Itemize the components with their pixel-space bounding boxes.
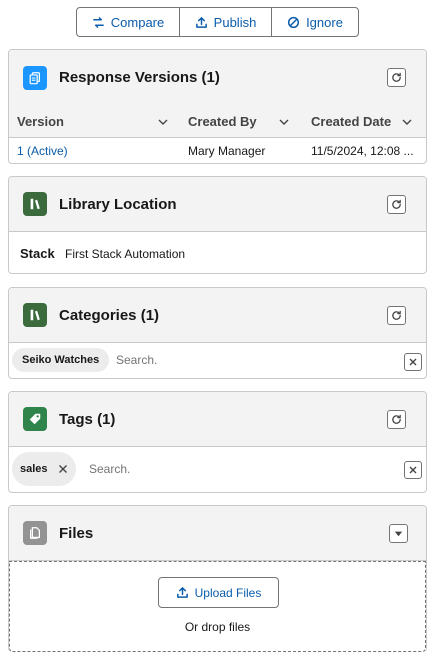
file-icon bbox=[23, 521, 47, 545]
clear-button[interactable] bbox=[404, 353, 422, 371]
files-title: Files bbox=[59, 524, 94, 542]
files-card: Files Upload Files Or drop files bbox=[8, 505, 427, 652]
response-versions-header: Response Versions (1) bbox=[9, 50, 426, 105]
library-icon bbox=[23, 192, 47, 216]
publish-button[interactable]: Publish bbox=[179, 8, 271, 36]
files-header: Files bbox=[9, 506, 426, 561]
upload-files-label: Upload Files bbox=[194, 585, 262, 600]
refresh-icon bbox=[392, 199, 401, 209]
record-actions-group: Compare Publish Ignore bbox=[76, 7, 359, 37]
refresh-button[interactable] bbox=[387, 194, 406, 214]
compare-icon bbox=[92, 16, 104, 28]
refresh-button[interactable] bbox=[387, 68, 406, 87]
block-icon bbox=[287, 16, 300, 28]
file-dropzone[interactable]: Upload Files Or drop files bbox=[9, 561, 426, 652]
versions-icon bbox=[23, 65, 47, 90]
library-location-title: Library Location bbox=[59, 195, 177, 213]
chevron-down-icon[interactable] bbox=[157, 116, 169, 128]
created-by-cell: Mary Manager bbox=[188, 144, 266, 158]
table-row: 1 (Active) Mary Manager 11/5/2024, 12:08… bbox=[9, 138, 426, 163]
upload-files-button[interactable]: Upload Files bbox=[158, 577, 279, 608]
chevron-down-icon[interactable] bbox=[278, 116, 290, 128]
chevron-down-icon[interactable] bbox=[401, 116, 413, 128]
categories-title: Categories (1) bbox=[59, 306, 160, 324]
tag-search-input[interactable]: Search. bbox=[89, 462, 130, 476]
version-link[interactable]: 1 (Active) bbox=[17, 138, 68, 163]
tag-pill[interactable]: sales bbox=[12, 452, 76, 486]
categories-card: Categories (1) Seiko Watches Search. bbox=[8, 287, 427, 379]
refresh-button[interactable] bbox=[387, 305, 406, 325]
column-header-version[interactable]: Version bbox=[17, 105, 177, 138]
response-versions-card: Response Versions (1) Version Created By… bbox=[8, 49, 427, 164]
category-pill[interactable]: Seiko Watches bbox=[12, 348, 110, 372]
compare-button[interactable]: Compare bbox=[77, 8, 179, 36]
upload-icon bbox=[195, 16, 207, 28]
stack-label: Stack bbox=[20, 246, 55, 261]
close-icon bbox=[409, 466, 417, 474]
refresh-icon bbox=[392, 72, 401, 82]
ignore-label: Ignore bbox=[306, 14, 343, 30]
library-location-header: Library Location bbox=[9, 177, 426, 232]
response-versions-title: Response Versions (1) bbox=[59, 69, 220, 86]
tags-card: Tags (1) sales Search. bbox=[8, 391, 427, 493]
created-date-cell: 11/5/2024, 12:08 ... bbox=[311, 144, 414, 158]
close-icon bbox=[409, 358, 417, 366]
clear-button[interactable] bbox=[404, 461, 422, 479]
column-header-created-by[interactable]: Created By bbox=[188, 105, 300, 138]
upload-icon bbox=[176, 587, 188, 598]
close-icon[interactable] bbox=[58, 464, 68, 474]
categories-header: Categories (1) bbox=[9, 288, 426, 343]
ignore-button[interactable]: Ignore bbox=[271, 8, 358, 36]
drop-files-text: Or drop files bbox=[184, 620, 251, 634]
chevron-down-icon bbox=[394, 531, 403, 536]
column-header-created-date[interactable]: Created Date bbox=[311, 105, 426, 138]
tags-header: Tags (1) bbox=[9, 392, 426, 447]
library-location-card: Library Location Stack First Stack Autom… bbox=[8, 176, 427, 274]
refresh-button[interactable] bbox=[387, 409, 406, 429]
compare-label: Compare bbox=[110, 14, 165, 30]
refresh-icon bbox=[392, 310, 401, 320]
library-icon bbox=[23, 303, 47, 327]
category-search-input[interactable]: Search. bbox=[116, 353, 157, 367]
refresh-icon bbox=[392, 414, 401, 424]
publish-label: Publish bbox=[213, 14, 257, 30]
stack-value: First Stack Automation bbox=[65, 247, 186, 261]
tags-title: Tags (1) bbox=[59, 410, 116, 428]
files-menu-button[interactable] bbox=[389, 523, 408, 543]
versions-table-header: Version Created By Created Date bbox=[9, 105, 426, 138]
tag-icon bbox=[23, 407, 47, 431]
